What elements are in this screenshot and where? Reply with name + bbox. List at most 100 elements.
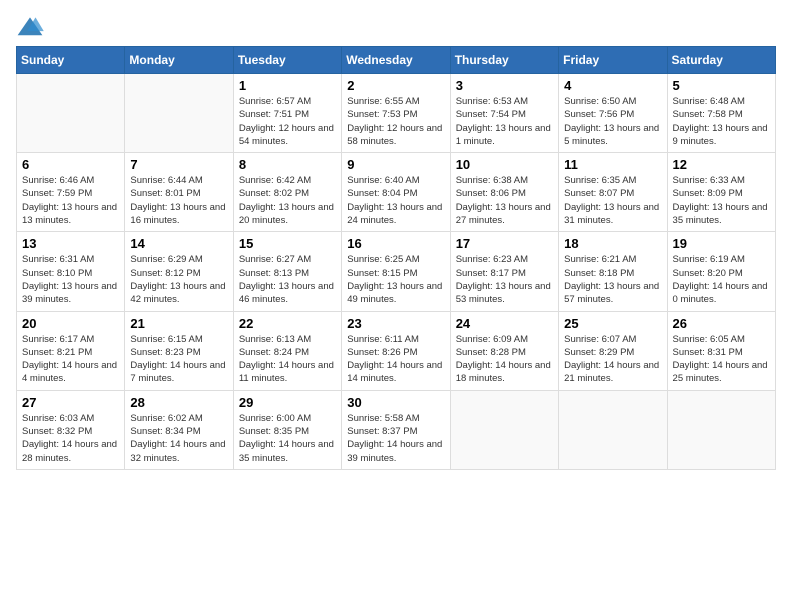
weekday-header-row: SundayMondayTuesdayWednesdayThursdayFrid… [17,47,776,74]
day-info: Sunrise: 6:21 AM Sunset: 8:18 PM Dayligh… [564,253,661,306]
calendar-cell [559,390,667,469]
calendar-cell: 20 Sunrise: 6:17 AM Sunset: 8:21 PM Dayli… [17,311,125,390]
day-number: 26 [673,316,770,331]
calendar-cell: 23 Sunrise: 6:11 AM Sunset: 8:26 PM Dayli… [342,311,450,390]
calendar-cell: 4 Sunrise: 6:50 AM Sunset: 7:56 PM Daylig… [559,74,667,153]
day-info: Sunrise: 6:53 AM Sunset: 7:54 PM Dayligh… [456,95,553,148]
day-number: 24 [456,316,553,331]
calendar-cell: 16 Sunrise: 6:25 AM Sunset: 8:15 PM Dayli… [342,232,450,311]
day-info: Sunrise: 6:17 AM Sunset: 8:21 PM Dayligh… [22,333,119,386]
day-info: Sunrise: 6:07 AM Sunset: 8:29 PM Dayligh… [564,333,661,386]
day-info: Sunrise: 6:19 AM Sunset: 8:20 PM Dayligh… [673,253,770,306]
calendar-cell: 30 Sunrise: 5:58 AM Sunset: 8:37 PM Dayli… [342,390,450,469]
day-number: 17 [456,236,553,251]
calendar-cell: 7Sunrise: 6:44 AM Sunset: 8:01 PM Daylig… [125,153,233,232]
day-number: 10 [456,157,553,172]
day-info: Sunrise: 6:09 AM Sunset: 8:28 PM Dayligh… [456,333,553,386]
calendar-week-2: 6Sunrise: 6:46 AM Sunset: 7:59 PM Daylig… [17,153,776,232]
day-number: 25 [564,316,661,331]
day-info: Sunrise: 6:15 AM Sunset: 8:23 PM Dayligh… [130,333,227,386]
day-number: 30 [347,395,444,410]
logo [16,16,48,38]
calendar-cell: 14 Sunrise: 6:29 AM Sunset: 8:12 PM Dayli… [125,232,233,311]
calendar-week-4: 20 Sunrise: 6:17 AM Sunset: 8:21 PM Dayli… [17,311,776,390]
day-info: Sunrise: 6:33 AM Sunset: 8:09 PM Dayligh… [673,174,770,227]
day-info: Sunrise: 6:42 AM Sunset: 8:02 PM Dayligh… [239,174,336,227]
day-number: 22 [239,316,336,331]
day-info: Sunrise: 6:25 AM Sunset: 8:15 PM Dayligh… [347,253,444,306]
day-number: 13 [22,236,119,251]
day-number: 18 [564,236,661,251]
day-number: 7 [130,157,227,172]
day-number: 9 [347,157,444,172]
day-number: 23 [347,316,444,331]
day-info: Sunrise: 6:31 AM Sunset: 8:10 PM Dayligh… [22,253,119,306]
day-info: Sunrise: 6:23 AM Sunset: 8:17 PM Dayligh… [456,253,553,306]
day-number: 11 [564,157,661,172]
day-info: Sunrise: 6:48 AM Sunset: 7:58 PM Dayligh… [673,95,770,148]
calendar-cell: 22 Sunrise: 6:13 AM Sunset: 8:24 PM Dayli… [233,311,341,390]
calendar-cell: 17 Sunrise: 6:23 AM Sunset: 8:17 PM Dayli… [450,232,558,311]
day-number: 3 [456,78,553,93]
logo-icon [16,16,44,38]
day-number: 27 [22,395,119,410]
calendar-week-5: 27 Sunrise: 6:03 AM Sunset: 8:32 PM Dayli… [17,390,776,469]
calendar-week-1: 1Sunrise: 6:57 AM Sunset: 7:51 PM Daylig… [17,74,776,153]
day-info: Sunrise: 6:50 AM Sunset: 7:56 PM Dayligh… [564,95,661,148]
weekday-header-tuesday: Tuesday [233,47,341,74]
calendar-cell: 6Sunrise: 6:46 AM Sunset: 7:59 PM Daylig… [17,153,125,232]
calendar-cell [667,390,775,469]
day-info: Sunrise: 6:00 AM Sunset: 8:35 PM Dayligh… [239,412,336,465]
day-number: 29 [239,395,336,410]
day-info: Sunrise: 6:05 AM Sunset: 8:31 PM Dayligh… [673,333,770,386]
calendar-cell [17,74,125,153]
day-info: Sunrise: 6:03 AM Sunset: 8:32 PM Dayligh… [22,412,119,465]
calendar-cell: 11Sunrise: 6:35 AM Sunset: 8:07 PM Dayli… [559,153,667,232]
day-number: 14 [130,236,227,251]
day-number: 21 [130,316,227,331]
day-info: Sunrise: 6:02 AM Sunset: 8:34 PM Dayligh… [130,412,227,465]
day-number: 1 [239,78,336,93]
day-info: Sunrise: 6:46 AM Sunset: 7:59 PM Dayligh… [22,174,119,227]
day-number: 16 [347,236,444,251]
calendar-table: SundayMondayTuesdayWednesdayThursdayFrid… [16,46,776,470]
calendar-cell: 25 Sunrise: 6:07 AM Sunset: 8:29 PM Dayli… [559,311,667,390]
weekday-header-wednesday: Wednesday [342,47,450,74]
day-number: 12 [673,157,770,172]
calendar-cell: 15 Sunrise: 6:27 AM Sunset: 8:13 PM Dayli… [233,232,341,311]
calendar-cell: 28 Sunrise: 6:02 AM Sunset: 8:34 PM Dayli… [125,390,233,469]
calendar-cell: 9 Sunrise: 6:40 AM Sunset: 8:04 PM Daylig… [342,153,450,232]
calendar-cell: 29 Sunrise: 6:00 AM Sunset: 8:35 PM Dayli… [233,390,341,469]
day-number: 5 [673,78,770,93]
day-info: Sunrise: 5:58 AM Sunset: 8:37 PM Dayligh… [347,412,444,465]
calendar-cell: 18 Sunrise: 6:21 AM Sunset: 8:18 PM Dayli… [559,232,667,311]
calendar-cell: 8Sunrise: 6:42 AM Sunset: 8:02 PM Daylig… [233,153,341,232]
day-number: 19 [673,236,770,251]
day-number: 15 [239,236,336,251]
calendar-cell: 2Sunrise: 6:55 AM Sunset: 7:53 PM Daylig… [342,74,450,153]
weekday-header-friday: Friday [559,47,667,74]
day-info: Sunrise: 6:40 AM Sunset: 8:04 PM Dayligh… [347,174,444,227]
calendar-week-3: 13 Sunrise: 6:31 AM Sunset: 8:10 PM Dayli… [17,232,776,311]
day-info: Sunrise: 6:13 AM Sunset: 8:24 PM Dayligh… [239,333,336,386]
calendar-cell: 26 Sunrise: 6:05 AM Sunset: 8:31 PM Dayli… [667,311,775,390]
day-number: 28 [130,395,227,410]
day-info: Sunrise: 6:11 AM Sunset: 8:26 PM Dayligh… [347,333,444,386]
weekday-header-monday: Monday [125,47,233,74]
day-number: 4 [564,78,661,93]
day-info: Sunrise: 6:27 AM Sunset: 8:13 PM Dayligh… [239,253,336,306]
calendar-cell: 13 Sunrise: 6:31 AM Sunset: 8:10 PM Dayli… [17,232,125,311]
calendar-cell [125,74,233,153]
day-info: Sunrise: 6:29 AM Sunset: 8:12 PM Dayligh… [130,253,227,306]
calendar-cell: 21 Sunrise: 6:15 AM Sunset: 8:23 PM Dayli… [125,311,233,390]
calendar-cell: 10Sunrise: 6:38 AM Sunset: 8:06 PM Dayli… [450,153,558,232]
day-number: 20 [22,316,119,331]
day-info: Sunrise: 6:55 AM Sunset: 7:53 PM Dayligh… [347,95,444,148]
weekday-header-thursday: Thursday [450,47,558,74]
calendar-cell: 27 Sunrise: 6:03 AM Sunset: 8:32 PM Dayli… [17,390,125,469]
calendar-cell: 12 Sunrise: 6:33 AM Sunset: 8:09 PM Dayli… [667,153,775,232]
calendar-cell: 3 Sunrise: 6:53 AM Sunset: 7:54 PM Daylig… [450,74,558,153]
calendar-cell: 19 Sunrise: 6:19 AM Sunset: 8:20 PM Dayli… [667,232,775,311]
calendar-cell [450,390,558,469]
calendar-cell: 5 Sunrise: 6:48 AM Sunset: 7:58 PM Daylig… [667,74,775,153]
